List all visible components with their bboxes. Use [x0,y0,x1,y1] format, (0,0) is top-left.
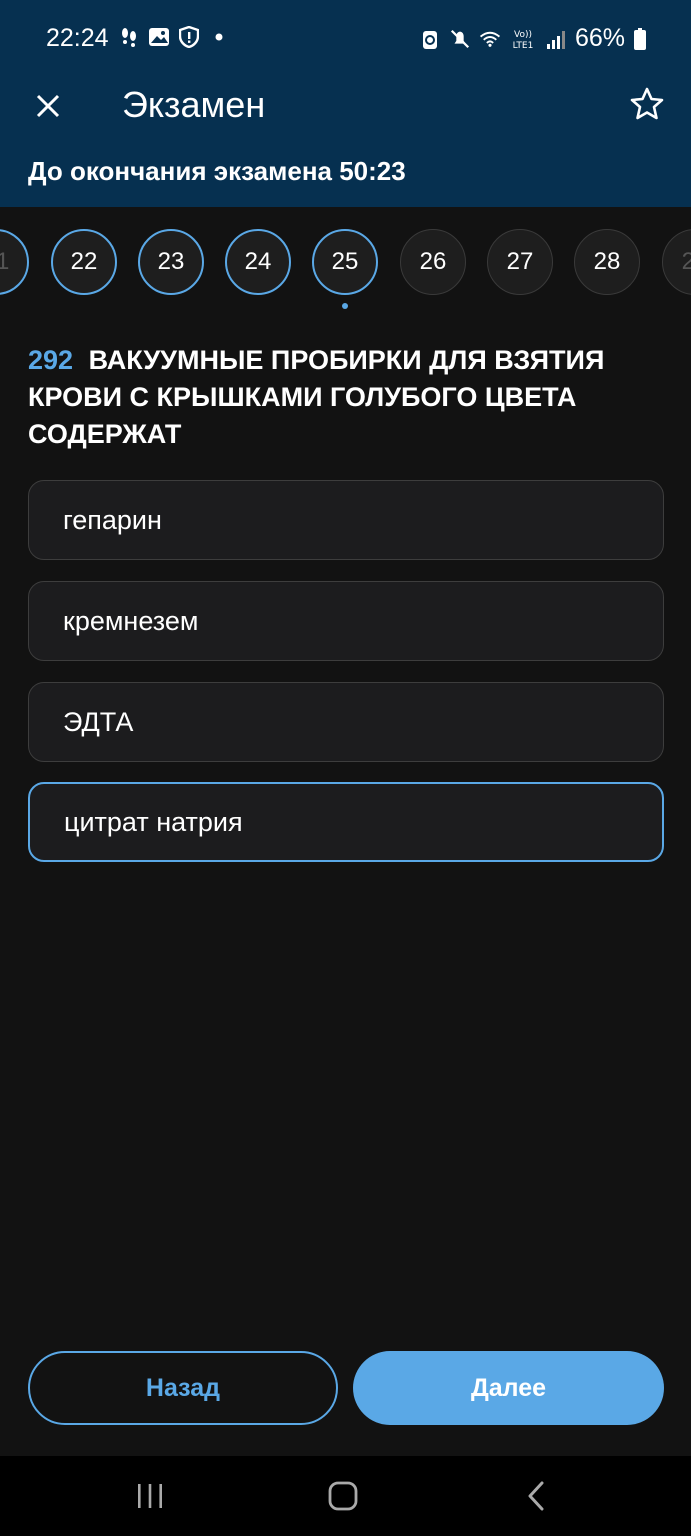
system-navigation-bar [0,1456,691,1536]
question-number-strip: 21 22 23 24 25 26 27 28 29 [0,207,691,317]
answer-option[interactable]: гепарин [28,480,664,560]
close-button[interactable] [28,86,68,126]
back-button[interactable]: Назад [28,1351,338,1425]
answer-option-label: кремнезем [63,605,199,636]
svg-text:LTE1: LTE1 [513,41,534,50]
recent-apps-button[interactable] [120,1474,180,1518]
app-bar: Экзамен [0,78,691,138]
dot-icon [208,24,230,50]
question-number-button[interactable]: 26 [400,229,466,295]
question-text: 292 ВАКУУМНЫЕ ПРОБИРКИ ДЛЯ ВЗЯТИЯ КРОВИ … [28,342,648,453]
next-button[interactable]: Далее [353,1351,664,1425]
mute-icon [449,26,471,52]
shield-icon [178,24,200,50]
question-id: 292 [28,345,74,375]
back-chevron-icon [528,1481,544,1511]
status-bar: 22:24 Vo)) LTE1 66% [0,0,691,78]
battery-percent: 66% [574,24,625,52]
system-back-button[interactable] [506,1474,566,1518]
step-counter-icon [118,24,140,50]
current-question-indicator [342,303,348,309]
recycle-icon [419,26,441,52]
close-icon [36,94,60,118]
answer-option-label: гепарин [63,504,162,535]
gallery-icon [148,24,170,50]
question-number-button[interactable]: 27 [487,229,553,295]
question-number-button[interactable]: 21 [0,229,29,295]
recent-apps-icon [138,1484,162,1508]
home-icon [328,1481,358,1511]
question-number-button[interactable]: 29 [662,229,691,295]
question-number-button[interactable]: 22 [51,229,117,295]
wifi-icon [479,26,501,52]
question-number-button[interactable]: 28 [574,229,640,295]
current-question-button[interactable]: 25 [312,229,378,295]
question-body: ВАКУУМНЫЕ ПРОБИРКИ ДЛЯ ВЗЯТИЯ КРОВИ С КР… [28,345,605,449]
status-time: 22:24 [46,24,109,52]
home-button[interactable] [313,1474,373,1518]
signal-icon [545,26,567,52]
answer-option[interactable]: ЭДТА [28,682,664,762]
answer-option-label: цитрат натрия [64,806,243,837]
question-number-button[interactable]: 23 [138,229,204,295]
answer-option[interactable]: кремнезем [28,581,664,661]
header: 22:24 Vo)) LTE1 66% Экзамен До окончания… [0,0,691,207]
exam-timer: До окончания экзамена 50:23 [28,156,406,186]
svg-text:Vo)): Vo)) [514,30,532,40]
volte-lte-icon: Vo)) LTE1 [509,26,537,52]
answer-option-selected[interactable]: цитрат натрия [28,782,664,862]
status-right-icons: Vo)) LTE1 66% [419,24,647,53]
star-outline-icon [630,87,664,120]
page-title: Экзамен [122,84,266,125]
favorite-button[interactable] [625,82,669,126]
question-number-button[interactable]: 24 [225,229,291,295]
battery-icon [633,26,647,52]
status-left-icons [118,24,230,50]
answer-option-label: ЭДТА [63,706,134,737]
